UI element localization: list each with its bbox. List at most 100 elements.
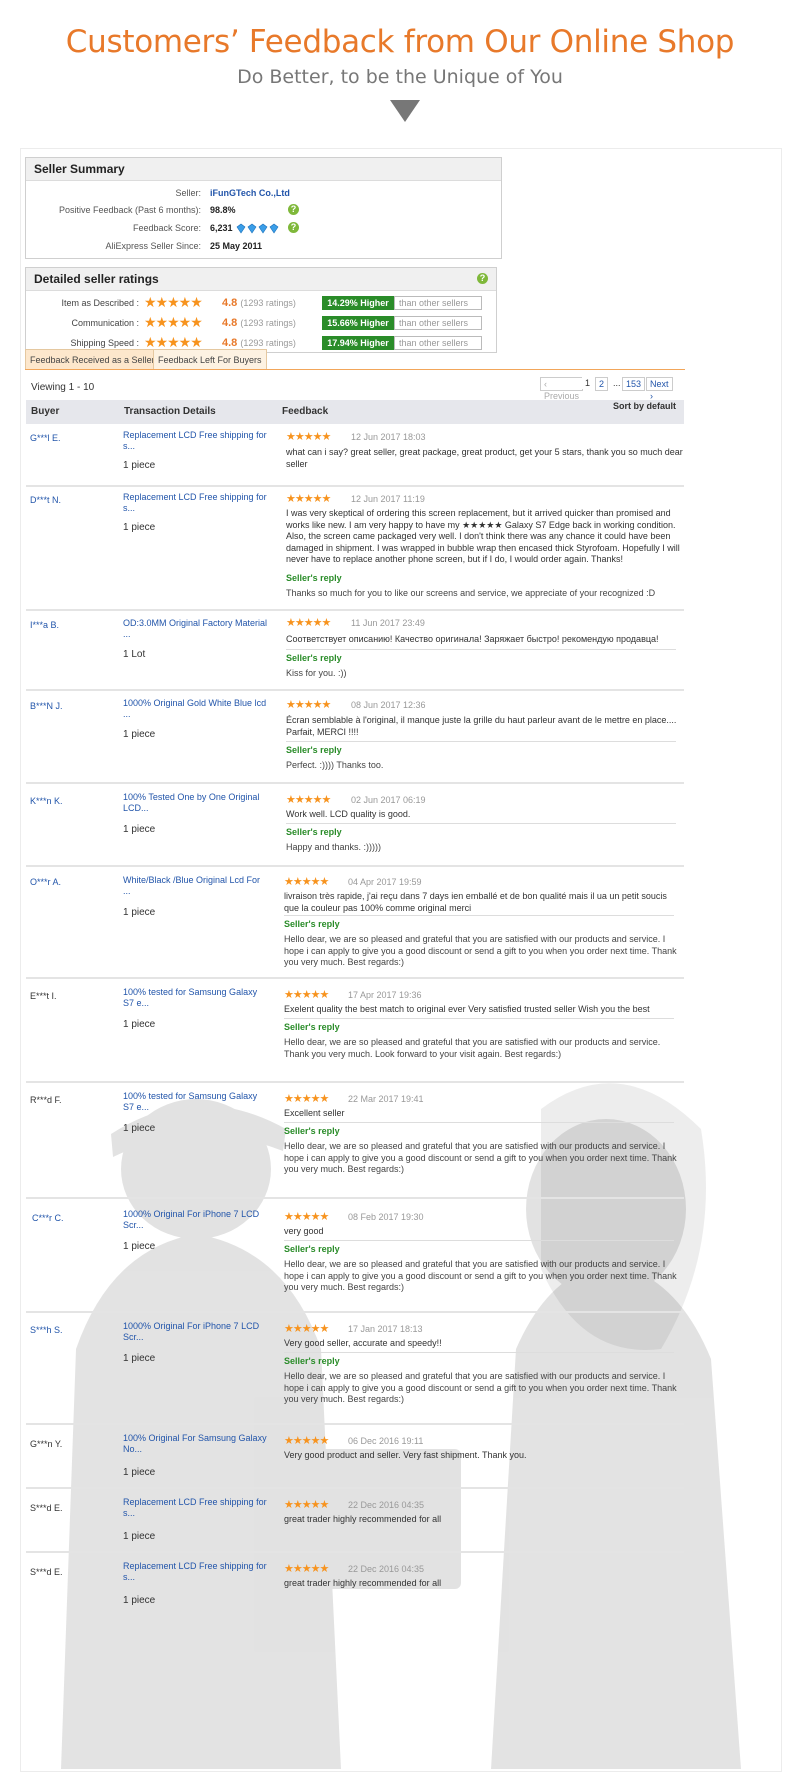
seller-summary-title: Seller Summary — [26, 158, 501, 181]
reply-divider — [284, 1352, 674, 1353]
detailed-ratings-title: Detailed seller ratings — [26, 268, 496, 291]
feedback-stars: ★★★★★ — [286, 493, 331, 505]
buyer-name[interactable]: C***r C. — [32, 1213, 64, 1223]
buyer-name[interactable]: K***n K. — [30, 796, 63, 806]
quantity: 1 piece — [123, 1595, 156, 1606]
seller-name-link[interactable]: iFunGTech Co.,Ltd — [210, 188, 290, 198]
feedback-text: Excellent seller — [284, 1108, 345, 1118]
product-link[interactable]: OD:3.0MM Original Factory Material ... — [123, 618, 268, 640]
seller-label: Seller: — [175, 188, 201, 198]
seller-reply-label: Seller's reply — [284, 1022, 340, 1032]
reply-divider — [284, 915, 674, 916]
seller-reply-label: Seller's reply — [284, 1356, 340, 1366]
rating-compare-text: than other sellers — [394, 316, 482, 330]
feedback-score-label: Feedback Score: — [132, 223, 201, 233]
buyer-name[interactable]: S***h S. — [30, 1325, 63, 1335]
previous-page-button[interactable]: ‹ Previous — [540, 377, 584, 401]
feedback-date: 22 Mar 2017 19:41 — [348, 1094, 424, 1104]
table-row: D***t N. Replacement LCD Free shipping f… — [26, 487, 684, 611]
table-row: G***l E. Replacement LCD Free shipping f… — [26, 425, 684, 487]
product-link[interactable]: 1000% Original For iPhone 7 LCD Scr... — [123, 1209, 268, 1231]
rating-compare-text: than other sellers — [394, 336, 482, 350]
table-row: K***n K. 100% Tested One by One Original… — [26, 784, 684, 867]
quantity: 1 piece — [123, 460, 156, 471]
buyer-name[interactable]: B***N J. — [30, 701, 63, 711]
product-link[interactable]: White/Black /Blue Original Lcd For ... — [123, 875, 268, 897]
quantity: 1 piece — [123, 824, 156, 835]
quantity: 1 Lot — [123, 649, 146, 660]
table-row: B***N J. 1000% Original Gold White Blue … — [26, 691, 684, 784]
reply-divider — [284, 1122, 674, 1123]
product-link[interactable]: Replacement LCD Free shipping for s... — [123, 1561, 268, 1583]
seller-reply-text: Hello dear, we are so pleased and gratef… — [284, 1141, 677, 1174]
feedback-date: 12 Jun 2017 18:03 — [351, 432, 426, 442]
sort-by-default[interactable]: Sort by default — [613, 401, 676, 411]
feedback-frame: Seller Summary Seller: iFunGTech Co.,Ltd… — [20, 148, 782, 1772]
seller-reply-label: Seller's reply — [286, 827, 342, 837]
seller-reply-text: Perfect. :)))) Thanks too. — [286, 760, 384, 770]
feedback-date: 08 Jun 2017 12:36 — [351, 700, 426, 710]
reply-divider — [284, 1240, 674, 1241]
page-2-button[interactable]: 2 — [595, 377, 609, 391]
rating-label: Communication : — [71, 318, 139, 328]
rating-row-item-described: Item as Described : ★★★★★ 4.8 (1293 rati… — [26, 294, 496, 312]
rating-higher-badge: 14.29% Higher — [322, 296, 394, 310]
feedback-text: Écran semblable à l'original, il manque … — [286, 715, 677, 737]
feedback-text: Exelent quality the best match to origin… — [284, 1004, 650, 1014]
product-link[interactable]: Replacement LCD Free shipping for s... — [123, 430, 268, 452]
feedback-text: Very good product and seller. Very fast … — [284, 1450, 527, 1460]
product-link[interactable]: 100% Tested One by One Original LCD... — [123, 792, 268, 814]
feedback-stars: ★★★★★ — [286, 617, 331, 629]
seller-reply-label: Seller's reply — [284, 1244, 340, 1254]
feedback-date: 06 Dec 2016 19:11 — [348, 1436, 424, 1446]
feedback-stars: ★★★★★ — [284, 1323, 329, 1335]
quantity: 1 piece — [123, 1019, 156, 1030]
seller-reply-text: Hello dear, we are so pleased and gratef… — [284, 1371, 677, 1404]
feedback-date: 11 Jun 2017 23:49 — [351, 618, 425, 628]
buyer-name[interactable]: G***l E. — [30, 433, 61, 443]
feedback-stars: ★★★★★ — [286, 431, 331, 443]
tab-underline — [25, 369, 685, 370]
buyer-name[interactable]: E***t I. — [30, 991, 57, 1001]
reply-divider — [286, 741, 676, 742]
product-link[interactable]: 1000% Original For iPhone 7 LCD Scr... — [123, 1321, 268, 1343]
feedback-text: very good — [284, 1226, 324, 1236]
next-page-button[interactable]: Next › — [646, 377, 673, 401]
rating-label: Shipping Speed : — [70, 338, 139, 348]
positive-feedback-value: 98.8% — [210, 205, 236, 215]
product-link[interactable]: Replacement LCD Free shipping for s... — [123, 492, 268, 514]
quantity: 1 piece — [123, 907, 156, 918]
reply-divider — [286, 649, 676, 650]
product-link[interactable]: 100% Original For Samsung Galaxy No... — [123, 1433, 268, 1455]
help-icon[interactable]: ? — [477, 273, 488, 284]
buyer-name[interactable]: S***d E. — [30, 1567, 63, 1577]
page-title: Customers’ Feedback from Our Online Shop — [65, 24, 735, 60]
page-153-button[interactable]: 153 — [622, 377, 646, 391]
feedback-stars: ★★★★★ — [286, 794, 331, 806]
product-link[interactable]: 100% tested for Samsung Galaxy S7 e... — [123, 987, 268, 1009]
feedback-date: 17 Apr 2017 19:36 — [348, 990, 422, 1000]
table-row: G***n Y. 100% Original For Samsung Galax… — [26, 1425, 684, 1489]
rating-score: 4.8 (1293 ratings) — [222, 297, 296, 309]
rating-higher-badge: 15.66% Higher — [322, 316, 394, 330]
product-link[interactable]: 1000% Original Gold White Blue lcd ... — [123, 698, 268, 720]
product-link[interactable]: Replacement LCD Free shipping for s... — [123, 1497, 268, 1519]
buyer-name[interactable]: I***a B. — [30, 620, 59, 630]
product-link[interactable]: 100% tested for Samsung Galaxy S7 e... — [123, 1091, 268, 1113]
quantity: 1 piece — [123, 1353, 156, 1364]
tab-feedback-left[interactable]: Feedback Left For Buyers — [153, 349, 267, 370]
buyer-name[interactable]: R***d F. — [30, 1095, 62, 1105]
feedback-stars: ★★★★★ — [286, 699, 331, 711]
buyer-name[interactable]: D***t N. — [30, 495, 61, 505]
buyer-name[interactable]: S***d E. — [30, 1503, 63, 1513]
help-icon[interactable]: ? — [288, 222, 299, 233]
rating-row-communication: Communication : ★★★★★ 4.8 (1293 ratings)… — [26, 314, 496, 332]
feedback-stars: ★★★★★ — [284, 1563, 329, 1575]
buyer-name[interactable]: O***r A. — [30, 877, 61, 887]
col-transaction-details: Transaction Details — [124, 406, 216, 417]
table-row: E***t I. 100% tested for Samsung Galaxy … — [26, 979, 684, 1083]
buyer-name[interactable]: G***n Y. — [30, 1439, 62, 1449]
feedback-stars: ★★★★★ — [284, 1499, 329, 1511]
quantity: 1 piece — [123, 1123, 156, 1134]
help-icon[interactable]: ? — [288, 204, 299, 215]
